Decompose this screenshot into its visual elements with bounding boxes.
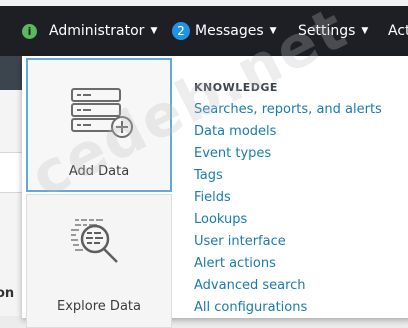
add-data-label: Add Data: [68, 164, 130, 179]
link-fields[interactable]: Fields: [194, 190, 231, 205]
messages-label: Messages: [195, 23, 264, 39]
link-alert-actions[interactable]: Alert actions: [194, 256, 276, 271]
link-event-types[interactable]: Event types: [194, 146, 271, 161]
account-label: Administrator: [49, 23, 145, 39]
messages-menu[interactable]: 2 Messages ▼: [172, 6, 277, 56]
top-navbar: i Administrator ▼ 2 Messages ▼ Settings …: [0, 6, 408, 56]
info-icon: i: [22, 23, 37, 39]
link-lookups[interactable]: Lookups: [194, 212, 247, 227]
settings-dropdown: Add Data Explore Data KNOWLEDGE Searches…: [22, 56, 408, 328]
link-advanced-search[interactable]: Advanced search: [194, 278, 306, 293]
explore-data-icon: [71, 219, 118, 263]
caret-down-icon: ▼: [269, 26, 277, 36]
explore-data-label: Explore Data: [57, 299, 141, 314]
link-searches-reports-alerts[interactable]: Searches, reports, and alerts: [194, 102, 382, 117]
activity-menu[interactable]: Act: [388, 6, 408, 56]
explore-data-tile[interactable]: Explore Data: [26, 194, 172, 328]
activity-label: Act: [388, 23, 408, 39]
caret-down-icon: ▼: [361, 26, 369, 36]
link-all-configurations[interactable]: All configurations: [194, 300, 307, 315]
caret-down-icon: ▼: [150, 26, 158, 36]
link-data-models[interactable]: Data models: [194, 124, 276, 139]
account-menu[interactable]: i Administrator ▼: [22, 6, 157, 56]
settings-menu[interactable]: Settings ▼: [298, 6, 368, 56]
add-data-tile[interactable]: Add Data: [26, 58, 172, 192]
settings-label: Settings: [298, 23, 356, 39]
database-add-icon: [71, 88, 133, 138]
link-user-interface[interactable]: User interface: [194, 234, 286, 249]
knowledge-heading: KNOWLEDGE: [194, 81, 278, 94]
messages-count-badge: 2: [172, 22, 190, 40]
link-tags[interactable]: Tags: [194, 168, 223, 183]
